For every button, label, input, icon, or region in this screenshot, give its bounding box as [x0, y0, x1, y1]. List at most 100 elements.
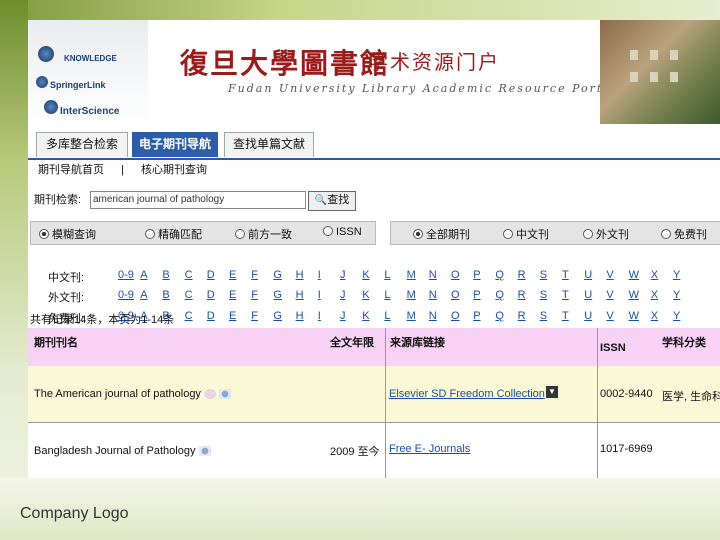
alphabet-link[interactable]: S [540, 269, 547, 281]
alphabet-link[interactable]: 0-9 [118, 289, 134, 301]
source-link[interactable]: Elsevier SD Freedom Collection [389, 388, 545, 400]
alphabet-link[interactable]: K [362, 269, 369, 281]
alphabet-link[interactable]: G [273, 310, 282, 322]
alphabet-link[interactable]: Q [495, 289, 504, 301]
alphabet-link[interactable]: O [451, 269, 460, 281]
option-fuzzy[interactable]: 模糊查询 [39, 226, 96, 242]
alphabet-link[interactable]: V [606, 289, 613, 301]
alphabet-link[interactable]: P [473, 310, 480, 322]
alphabet-link[interactable]: D [207, 269, 215, 281]
source-link[interactable]: Free E- Journals [389, 443, 470, 455]
alphabet-link[interactable]: X [651, 289, 658, 301]
alphabet-link[interactable]: I [318, 289, 321, 301]
alphabet-link[interactable]: R [518, 269, 526, 281]
alphabet-link[interactable]: R [518, 289, 526, 301]
alphabet-link[interactable]: B [162, 289, 169, 301]
alphabet-link[interactable]: U [584, 310, 592, 322]
alphabet-link[interactable]: Y [673, 289, 680, 301]
alphabet-link[interactable]: G [273, 269, 282, 281]
alphabet-link[interactable]: M [407, 269, 416, 281]
alphabet-link[interactable]: K [362, 310, 369, 322]
alphabet-link[interactable]: H [296, 310, 304, 322]
core-journal-query-link[interactable]: 核心期刊查询 [141, 164, 207, 176]
alphabet-link[interactable]: E [229, 310, 236, 322]
alphabet-link[interactable]: K [362, 289, 369, 301]
alphabet-link[interactable]: T [562, 310, 569, 322]
option-exact[interactable]: 精确匹配 [145, 226, 202, 242]
journal-title[interactable]: The American journal of pathology [34, 388, 232, 400]
alphabet-link[interactable]: N [429, 289, 437, 301]
alphabet-link[interactable]: H [296, 289, 304, 301]
alphabet-link[interactable]: Y [673, 310, 680, 322]
alphabet-link[interactable]: C [185, 289, 193, 301]
alphabet-link[interactable]: I [318, 269, 321, 281]
alphabet-link[interactable]: G [273, 289, 282, 301]
search-button[interactable]: 🔍查找 [308, 191, 356, 211]
alphabet-link[interactable]: E [229, 269, 236, 281]
alphabet-link[interactable]: W [629, 310, 639, 322]
alphabet-link[interactable]: V [606, 269, 613, 281]
alphabet-link[interactable]: M [407, 289, 416, 301]
option-chinese-journals[interactable]: 中文刊 [503, 226, 549, 242]
alphabet-link[interactable]: J [340, 289, 346, 301]
alphabet-link[interactable]: J [340, 269, 346, 281]
option-all-journals[interactable]: 全部期刊 [413, 226, 470, 242]
option-issn[interactable]: ISSN [323, 226, 362, 238]
alphabet-link[interactable]: U [584, 289, 592, 301]
alphabet-link[interactable]: X [651, 310, 658, 322]
alphabet-link[interactable]: C [185, 310, 193, 322]
tab-ejournal-navigation[interactable]: 电子期刊导航 [132, 132, 218, 157]
alphabet-link[interactable]: L [384, 310, 390, 322]
alphabet-link[interactable]: T [562, 269, 569, 281]
users-icon[interactable] [219, 389, 232, 400]
alphabet-link[interactable]: W [629, 269, 639, 281]
alphabet-link[interactable]: F [251, 269, 258, 281]
alphabet-link[interactable]: L [384, 289, 390, 301]
alphabet-link[interactable]: O [451, 310, 460, 322]
alphabet-link[interactable]: B [162, 269, 169, 281]
alphabet-link[interactable]: A [140, 289, 147, 301]
alphabet-link[interactable]: Y [673, 269, 680, 281]
alphabet-link[interactable]: T [562, 289, 569, 301]
alphabet-link[interactable]: V [606, 310, 613, 322]
tab-integrated-search[interactable]: 多库整合检索 [36, 132, 128, 157]
option-foreign-journals[interactable]: 外文刊 [583, 226, 629, 242]
search-label: 期刊检索: [34, 194, 82, 206]
alphabet-link[interactable]: P [473, 269, 480, 281]
alphabet-link[interactable]: 0-9 [118, 269, 134, 281]
journal-nav-home-link[interactable]: 期刊导航首页 [38, 164, 104, 176]
alphabet-link[interactable]: L [384, 269, 390, 281]
tab-find-article[interactable]: 查找单篇文献 [224, 132, 314, 157]
alphabet-link[interactable]: C [185, 269, 193, 281]
alphabet-link[interactable]: I [318, 310, 321, 322]
alphabet-link[interactable]: D [207, 289, 215, 301]
alphabet-link[interactable]: P [473, 289, 480, 301]
alphabet-link[interactable]: Q [495, 269, 504, 281]
option-free-journals[interactable]: 免费刊 [661, 226, 707, 242]
alphabet-link[interactable]: D [207, 310, 215, 322]
alphabet-link[interactable]: N [429, 269, 437, 281]
alphabet-link[interactable]: W [629, 289, 639, 301]
alphabet-link[interactable]: F [251, 289, 258, 301]
alphabet-link[interactable]: J [340, 310, 346, 322]
alphabet-link[interactable]: E [229, 289, 236, 301]
alphabet-link[interactable]: F [251, 310, 258, 322]
journal-search-input[interactable]: american journal of pathology [90, 191, 306, 209]
alphabet-link[interactable]: H [296, 269, 304, 281]
note-icon[interactable] [204, 389, 216, 400]
alphabet-link[interactable]: X [651, 269, 658, 281]
alphabet-link[interactable]: S [540, 289, 547, 301]
alphabet-link[interactable]: U [584, 269, 592, 281]
alphabet-link[interactable]: R [518, 310, 526, 322]
users-icon[interactable] [198, 446, 211, 457]
journal-title[interactable]: Bangladesh Journal of Pathology [34, 445, 211, 457]
alphabet-link[interactable]: A [140, 269, 147, 281]
dropdown-arrow-icon[interactable]: ▼ [546, 386, 558, 398]
option-prefix[interactable]: 前方一致 [235, 226, 292, 242]
alphabet-link[interactable]: N [429, 310, 437, 322]
company-logo-text: Company Logo [20, 505, 129, 522]
alphabet-link[interactable]: S [540, 310, 547, 322]
alphabet-link[interactable]: Q [495, 310, 504, 322]
alphabet-link[interactable]: O [451, 289, 460, 301]
alphabet-link[interactable]: M [407, 310, 416, 322]
